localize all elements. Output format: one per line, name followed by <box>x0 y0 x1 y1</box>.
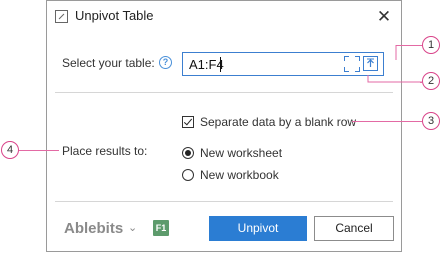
new-workbook-radio[interactable] <box>182 169 194 181</box>
unpivot-table-dialog: Unpivot Table ✕ Select your table: ? A1:… <box>46 0 402 252</box>
callout-badge: 3 <box>422 112 440 130</box>
separate-data-checkbox[interactable] <box>182 116 194 128</box>
callout-badge: 1 <box>422 36 440 54</box>
new-worksheet-label[interactable]: New worksheet <box>200 146 282 160</box>
select-table-label: Select your table: <box>62 56 155 70</box>
ablebits-logo[interactable]: Ablebits <box>64 220 123 237</box>
text-cursor <box>220 57 221 72</box>
help-icon[interactable]: ? <box>159 56 172 69</box>
cancel-button[interactable]: Cancel <box>314 216 394 241</box>
new-worksheet-radio[interactable] <box>182 147 194 159</box>
chevron-down-icon[interactable]: ⌄ <box>128 221 137 234</box>
select-range-icon[interactable] <box>344 56 360 72</box>
table-range-value: A1:F4 <box>189 57 224 72</box>
divider <box>55 92 393 93</box>
title-bar: Unpivot Table ✕ <box>47 1 401 33</box>
table-range-input[interactable]: A1:F4 <box>182 52 384 76</box>
callout-leader <box>352 121 422 122</box>
close-button[interactable]: ✕ <box>373 6 395 28</box>
f1-help-icon[interactable]: F1 <box>153 220 169 236</box>
dialog-title: Unpivot Table <box>75 8 154 23</box>
callout-leader <box>396 45 422 46</box>
separate-data-label[interactable]: Separate data by a blank row <box>200 115 356 129</box>
divider <box>55 201 393 202</box>
unpivot-button[interactable]: Unpivot <box>209 216 307 241</box>
expand-table-icon <box>55 10 68 23</box>
collapse-dialog-icon[interactable] <box>363 56 378 71</box>
callout-badge: 2 <box>422 72 440 90</box>
place-results-label: Place results to: <box>62 144 148 158</box>
callout-leader <box>19 150 59 151</box>
callout-badge: 4 <box>1 141 19 159</box>
new-workbook-label[interactable]: New workbook <box>200 168 279 182</box>
